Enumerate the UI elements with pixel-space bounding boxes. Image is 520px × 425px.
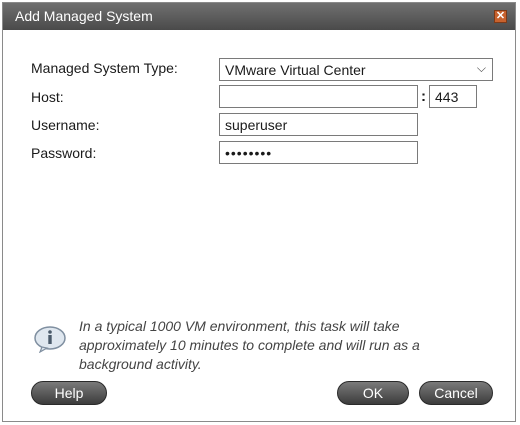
username-label: Username: [31,117,100,133]
info-icon [34,326,66,353]
cancel-button[interactable]: Cancel [419,381,493,405]
dialog-title: Add Managed System [15,8,153,24]
managed-system-type-label: Managed System Type: [31,60,178,76]
port-separator: : [421,88,426,105]
host-label: Host: [31,89,64,105]
title-bar: Add Managed System ✕ [3,3,515,30]
managed-system-type-value: VMware Virtual Center [225,62,366,78]
host-input[interactable] [219,85,418,108]
password-input[interactable]: •••••••• [219,141,418,164]
help-button[interactable]: Help [31,381,107,405]
password-label: Password: [31,145,97,161]
ok-button[interactable]: OK [337,381,409,405]
add-managed-system-dialog: Add Managed System ✕ Managed System Type… [2,2,516,422]
close-icon[interactable]: ✕ [494,10,507,23]
info-message: In a typical 1000 VM environment, this t… [79,318,420,372]
chevron-down-icon: ⌵ [476,61,486,75]
port-input[interactable]: 443 [429,85,477,108]
username-input[interactable]: superuser [219,113,418,136]
managed-system-type-select[interactable]: VMware Virtual Center ⌵ [219,58,493,81]
